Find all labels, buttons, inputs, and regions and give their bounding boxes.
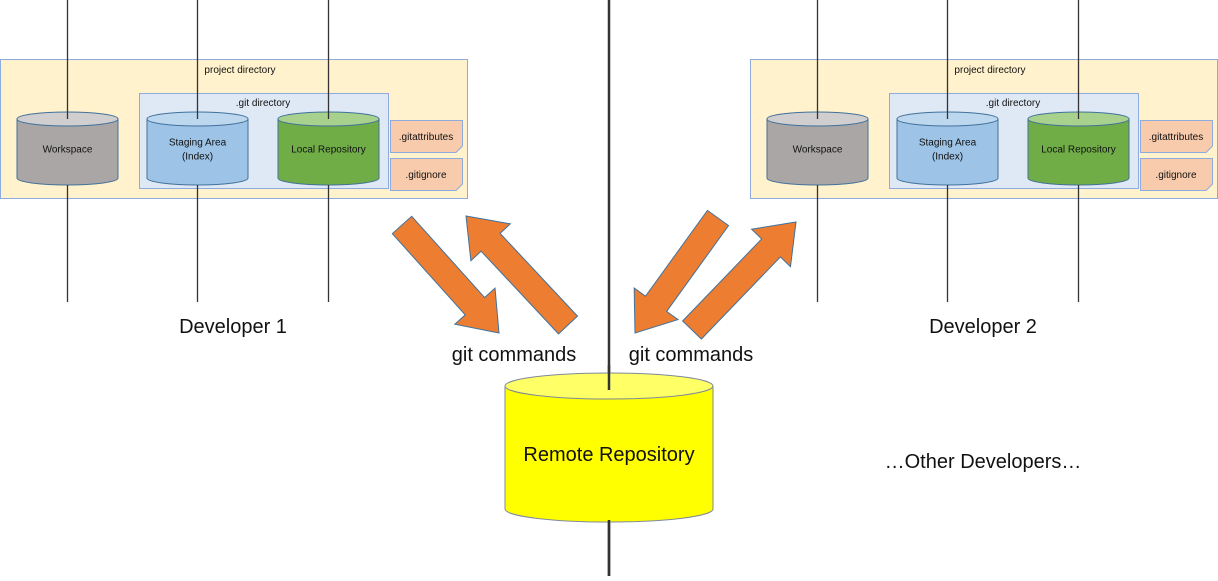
file-note-gitattributes: .gitattributes — [390, 120, 463, 153]
staging-area-cylinder-label: Staging Area — [169, 138, 227, 149]
staging-area-cylinder: Staging Area (Index) — [896, 0, 999, 302]
developer-1-panel: project directory .git directory Workspace… — [0, 0, 468, 338]
file-note-label: .gitignore — [405, 170, 447, 181]
git-command-arrow — [633, 209, 730, 334]
local-repository-cylinder-label: Local Repository — [291, 145, 365, 156]
staging-area-cylinder: Staging Area (Index) — [146, 0, 249, 302]
file-note-gitignore: .gitignore — [390, 158, 463, 191]
workspace-cylinder-label: Workspace — [43, 145, 93, 156]
file-note-label: .gitattributes — [399, 132, 453, 143]
developer-label: Developer 2 — [929, 316, 1037, 338]
local-repository-cylinder: Local Repository — [277, 0, 380, 302]
git-commands-left-label: git commands — [452, 344, 577, 366]
workspace-cylinder: Workspace — [16, 0, 119, 302]
file-note-gitignore: .gitignore — [1140, 158, 1213, 191]
developer-2-panel: project directory .git directory Workspace… — [750, 0, 1218, 338]
git-workflow-diagram: project directory .git directory Workspace… — [0, 0, 1218, 576]
git-command-arrows — [391, 209, 797, 340]
git-directory-label: .git directory — [986, 98, 1040, 109]
project-directory-label: project directory — [204, 65, 275, 76]
file-note-label: .gitattributes — [1149, 132, 1203, 143]
git-command-arrow — [681, 221, 797, 340]
file-note-gitattributes: .gitattributes — [1140, 120, 1213, 153]
local-repository-cylinder-label: Local Repository — [1041, 145, 1115, 156]
project-directory-label: project directory — [954, 65, 1025, 76]
other-developers-label: …Other Developers… — [885, 451, 1082, 473]
staging-area-cylinder-label: (Index) — [932, 152, 963, 163]
workspace-cylinder-label: Workspace — [793, 145, 843, 156]
local-repository-cylinder: Local Repository — [1027, 0, 1130, 302]
remote-repository-cylinder: Remote Repository — [504, 365, 714, 576]
developer-label: Developer 1 — [179, 316, 287, 338]
git-commands-right-label: git commands — [629, 344, 754, 366]
remote-repository-label: Remote Repository — [523, 444, 694, 466]
staging-area-cylinder-label: (Index) — [182, 152, 213, 163]
staging-area-cylinder-label: Staging Area — [919, 138, 977, 149]
git-directory-label: .git directory — [236, 98, 290, 109]
file-note-label: .gitignore — [1155, 170, 1197, 181]
